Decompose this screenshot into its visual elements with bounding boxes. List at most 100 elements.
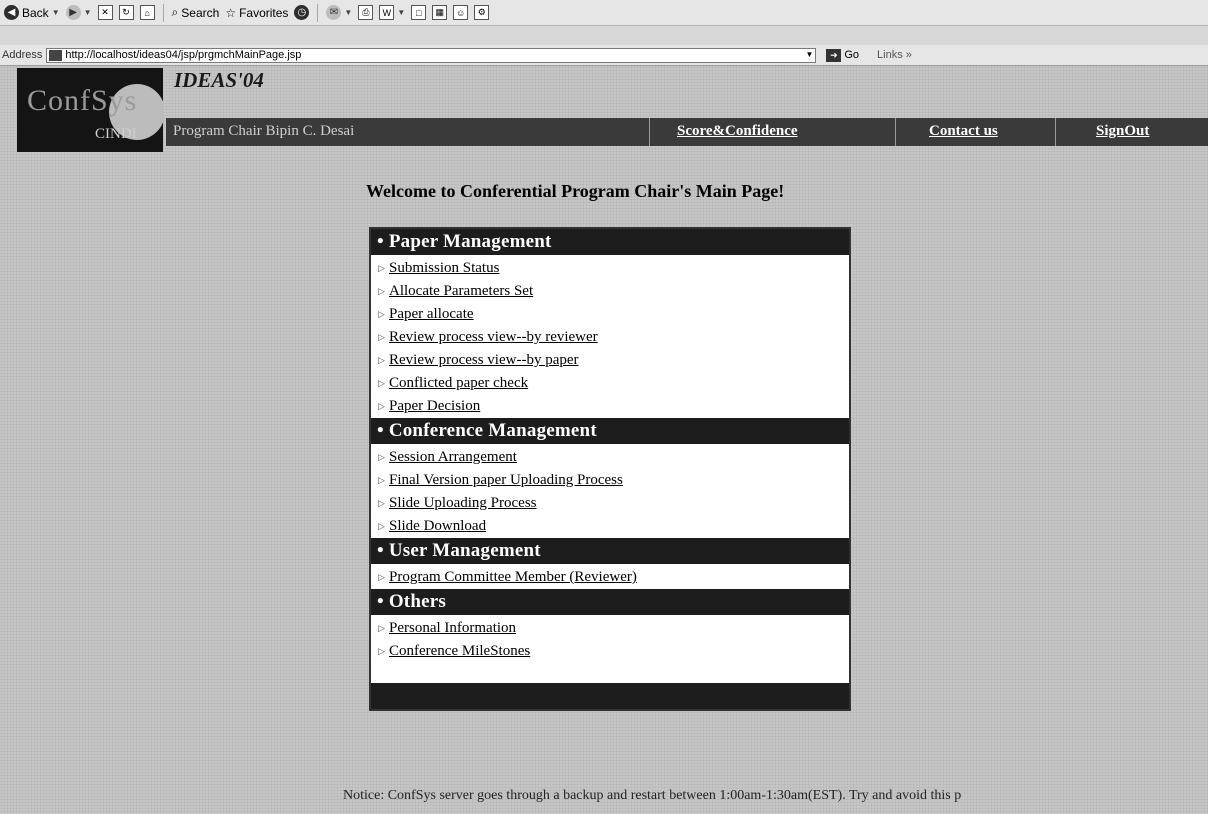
favorites-label: Favorites [239, 5, 289, 20]
logo-subtext: CINDI [95, 126, 137, 142]
section-header-paper-management: • Paper Management [371, 229, 849, 255]
menu-item-conference-milestones[interactable]: ▷ Conference MileStones [378, 640, 849, 663]
menu-item-slide-download[interactable]: ▷ Slide Download [378, 515, 849, 538]
page-icon [49, 49, 63, 61]
address-bar: Address http://localhost/ideas04/jsp/prg… [0, 45, 1208, 66]
dropdown-arrow-icon[interactable]: ▼ [805, 50, 813, 59]
arrow-right-icon: ▷ [378, 378, 385, 388]
confsys-logo: ConfSys CINDI [17, 68, 163, 152]
arrow-right-icon: ▷ [378, 332, 385, 342]
research-icon: ▦ [432, 5, 448, 20]
messenger-button[interactable]: ☺ [453, 5, 469, 20]
go-arrow-icon: ➜ [826, 48, 842, 62]
arrow-right-icon: ▷ [378, 401, 385, 411]
header-nav-bar: Program Chair Bipin C. Desai Score&Confi… [166, 118, 1208, 146]
favorites-button[interactable]: ☆ Favorites [225, 6, 288, 20]
address-url: http://localhost/ideas04/jsp/prgmchMainP… [65, 49, 302, 61]
menu-item-submission-status[interactable]: ▷ Submission Status [378, 257, 849, 280]
dropdown-arrow-icon: ▼ [344, 8, 353, 17]
score-confidence-link[interactable]: Score&Confidence [677, 123, 798, 140]
section-header-conference-management: • Conference Management [371, 418, 849, 444]
mail-button[interactable]: ✉ ▼ [326, 5, 352, 20]
section-header-others: • Others [371, 589, 849, 615]
section-title: Conference Management [388, 420, 597, 441]
forward-button[interactable]: ▶ ▼ [65, 5, 92, 20]
menu-item-personal-information[interactable]: ▷ Personal Information [378, 617, 849, 640]
dropdown-arrow-icon: ▼ [83, 8, 92, 17]
menu-item-paper-allocate[interactable]: ▷ Paper allocate [378, 303, 849, 326]
menu-item-final-version-upload[interactable]: ▷ Final Version paper Uploading Process [378, 469, 849, 492]
arrow-right-icon: ▷ [378, 572, 385, 582]
search-icon: ⌕ [171, 5, 179, 19]
home-button[interactable]: ⌂ [139, 5, 155, 20]
edit-icon: W [379, 5, 395, 20]
contact-us-link[interactable]: Contact us [929, 123, 998, 140]
dropdown-arrow-icon: ▼ [51, 8, 60, 17]
arrow-right-icon: ▷ [378, 521, 385, 531]
section-title: Others [388, 591, 446, 612]
toolbar-spacer [0, 26, 1208, 45]
signout-link[interactable]: SignOut [1096, 123, 1149, 140]
stop-button[interactable]: ✕ [97, 5, 113, 20]
menu-item-paper-decision[interactable]: ▷ Paper Decision [378, 395, 849, 418]
arrow-right-icon: ▷ [378, 355, 385, 365]
maintenance-notice: Notice: ConfSys server goes through a ba… [343, 788, 962, 803]
extra-button[interactable]: ⚙ [474, 5, 490, 20]
go-button[interactable]: ➜ Go [826, 48, 859, 62]
home-icon: ⌂ [139, 5, 155, 20]
research-button[interactable]: ▦ [432, 5, 448, 20]
page-title: Welcome to Conferential Program Chair's … [366, 181, 785, 201]
forward-arrow-icon: ▶ [65, 5, 81, 20]
logo-text: ConfSys [27, 84, 138, 117]
arrow-right-icon: ▷ [378, 263, 385, 273]
history-button[interactable]: ◷ [294, 5, 310, 20]
refresh-button[interactable]: ↻ [118, 5, 134, 20]
discuss-button[interactable]: □ [411, 5, 427, 20]
star-icon: ☆ [225, 5, 237, 20]
address-label: Address [2, 49, 43, 61]
arrow-right-icon: ▷ [378, 286, 385, 296]
history-icon: ◷ [294, 5, 310, 20]
edit-button[interactable]: W ▼ [379, 5, 405, 20]
toolbar-divider [162, 3, 164, 22]
refresh-icon: ↻ [118, 5, 134, 20]
main-menu-panel: • Paper Management ▷ Submission Status ▷ A… [369, 227, 851, 711]
back-button[interactable]: ◀ Back ▼ [4, 5, 60, 20]
arrow-right-icon: ▷ [378, 646, 385, 656]
mail-icon: ✉ [326, 5, 342, 20]
arrow-right-icon: ▷ [378, 309, 385, 319]
print-button[interactable]: ⎙ [358, 5, 374, 20]
nav-divider [1055, 118, 1056, 146]
search-button[interactable]: ⌕ Search [172, 5, 220, 20]
arrow-right-icon: ▷ [378, 475, 385, 485]
menu-item-allocate-parameters-set[interactable]: ▷ Allocate Parameters Set [378, 280, 849, 303]
menu-item-review-by-reviewer[interactable]: ▷ Review process view--by reviewer [378, 326, 849, 349]
menu-item-review-by-paper[interactable]: ▷ Review process view--by paper [378, 349, 849, 372]
conference-title: IDEAS'04 [174, 68, 264, 92]
browser-toolbar: ◀ Back ▼ ▶ ▼ ✕ ↻ ⌂ ⌕ Search ☆ Favorites … [0, 0, 1208, 26]
links-label: Links [877, 49, 903, 61]
user-role-label: Program Chair Bipin C. Desai [173, 123, 355, 139]
section-title: User Management [388, 540, 541, 561]
stop-icon: ✕ [97, 5, 113, 20]
arrow-right-icon: ▷ [378, 623, 385, 633]
menu-item-slide-upload[interactable]: ▷ Slide Uploading Process [378, 492, 849, 515]
back-arrow-icon: ◀ [4, 5, 19, 20]
messenger-icon: ☺ [453, 5, 469, 20]
tool-icon: ⚙ [474, 5, 490, 20]
address-input[interactable]: http://localhost/ideas04/jsp/prgmchMainP… [46, 47, 817, 63]
toolbar-divider [317, 3, 319, 22]
arrow-right-icon: ▷ [378, 498, 385, 508]
search-label: Search [181, 5, 220, 20]
section-header-user-management: • User Management [371, 538, 849, 564]
back-label: Back [22, 5, 49, 20]
section-user-management: ▷ Program Committee Member (Reviewer) [371, 564, 849, 589]
links-button[interactable]: Links » [877, 49, 912, 61]
menu-item-conflicted-paper-check[interactable]: ▷ Conflicted paper check [378, 372, 849, 395]
panel-footer [371, 683, 849, 709]
menu-item-program-committee-member[interactable]: ▷ Program Committee Member (Reviewer) [378, 566, 849, 589]
discuss-icon: □ [411, 5, 427, 20]
arrow-right-icon: ▷ [378, 452, 385, 462]
dropdown-arrow-icon: ▼ [397, 8, 406, 17]
menu-item-session-arrangement[interactable]: ▷ Session Arrangement [378, 446, 849, 469]
